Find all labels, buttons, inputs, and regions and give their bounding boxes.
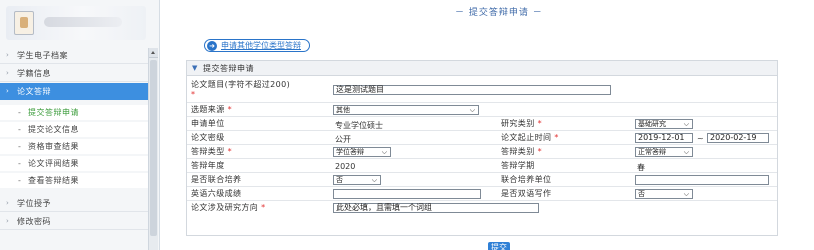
sidebar-item-degree-award[interactable]: › 学位授予 bbox=[0, 195, 148, 212]
sidebar-subitem-submit-thesis[interactable]: - 提交论文信息 bbox=[0, 122, 148, 137]
research-type-label: 研究类别 bbox=[501, 119, 535, 128]
bilingual-label: 是否双语写作 bbox=[501, 189, 552, 198]
sidebar-item-thesis-defense[interactable]: › 论文答辩 bbox=[0, 83, 148, 100]
joint-unit-label: 联合培养单位 bbox=[501, 175, 552, 184]
sidebar-item-label: 论文答辩 bbox=[17, 87, 51, 96]
secrecy-label: 论文密级 bbox=[191, 133, 225, 142]
submit-button[interactable]: 提交 bbox=[488, 242, 510, 250]
chevron-down-icon: ⌵ bbox=[683, 148, 689, 156]
chevron-right-icon: › bbox=[6, 69, 10, 77]
direction-label: 论文涉及研究方向 bbox=[191, 203, 259, 212]
chevron-down-icon: › bbox=[6, 87, 10, 95]
logo-icon bbox=[14, 11, 34, 35]
form-row-thesis-title: 论文题目(字符不超过200) * 这是测试题目 bbox=[187, 77, 777, 103]
joint-training-label: 是否联合培养 bbox=[191, 175, 242, 184]
scroll-up-icon[interactable] bbox=[149, 48, 158, 58]
chevron-down-icon: ⌵ bbox=[381, 148, 387, 156]
defense-category-label: 答辩类别 bbox=[501, 147, 535, 156]
cet6-label: 英语六级成绩 bbox=[191, 189, 242, 198]
sidebar: › 学生电子档案 › 学籍信息 › 论文答辩 - 提交答辩申请 - 提交论文信息… bbox=[0, 0, 160, 250]
joint-unit-input[interactable] bbox=[635, 175, 769, 185]
defense-form-panel: ▼ 提交答辩申请 论文题目(字符不超过200) * 这是测试题目 选题来源 * … bbox=[186, 60, 778, 236]
arrow-circle-icon: ➜ bbox=[207, 41, 217, 51]
bilingual-select[interactable]: 否 ⌵ bbox=[635, 189, 693, 199]
direction-input[interactable]: 此处必填，且需填一个词组 bbox=[333, 203, 539, 213]
defense-type-select[interactable]: 学位答辩 ⌵ bbox=[333, 147, 391, 157]
defense-term-value: 春 bbox=[637, 163, 645, 172]
cet6-input[interactable] bbox=[333, 189, 481, 199]
period-separator: ~ bbox=[697, 134, 704, 143]
sidebar-item-enrollment[interactable]: › 学籍信息 bbox=[0, 65, 148, 82]
chevron-down-icon: ⌵ bbox=[469, 106, 475, 114]
sidebar-item-label: 修改密码 bbox=[17, 217, 51, 226]
sidebar-scrollbar[interactable] bbox=[148, 48, 158, 250]
thesis-title-input[interactable]: 这是测试题目 bbox=[333, 85, 611, 95]
sidebar-subitem-submit-defense[interactable]: - 提交答辩申请 bbox=[0, 105, 148, 120]
form-row-joint-training: 是否联合培养 否 ⌵ 联合培养单位 bbox=[187, 174, 777, 187]
page-title: － 提交答辩申请 － bbox=[455, 8, 543, 18]
chevron-right-icon: › bbox=[6, 51, 10, 59]
period-start-input[interactable]: 2019-12-01 bbox=[635, 133, 693, 143]
sidebar-item-label: 学生电子档案 bbox=[17, 51, 68, 60]
defense-year-label: 答辩年度 bbox=[191, 161, 225, 170]
chevron-down-icon: ⌵ bbox=[371, 176, 377, 184]
chevron-right-icon: › bbox=[6, 199, 10, 207]
form-row-defense-type: 答辩类型 * 学位答辩 ⌵ 答辩类别 * 正常答辩 ⌵ bbox=[187, 146, 777, 159]
chevron-right-icon: › bbox=[6, 217, 10, 225]
form-row-secrecy: 论文密级 公开 论文起止时间 * 2019-12-01 ~ 2020-02-19 bbox=[187, 132, 777, 145]
defense-term-label: 答辩学期 bbox=[501, 161, 535, 170]
sidebar-item-student-archive[interactable]: › 学生电子档案 bbox=[0, 47, 148, 64]
sidebar-subitem-review-result[interactable]: - 论文评阅结果 bbox=[0, 156, 148, 171]
research-type-select[interactable]: 基础研究 ⌵ bbox=[635, 119, 693, 129]
panel-header: ▼ 提交答辩申请 bbox=[187, 61, 777, 76]
form-row-direction: 论文涉及研究方向 * 此处必填，且需填一个词组 bbox=[187, 202, 777, 215]
chevron-down-icon: ⌵ bbox=[683, 120, 689, 128]
apply-unit-value: 专业学位硕士 bbox=[335, 121, 383, 130]
sidebar-item-change-password[interactable]: › 修改密码 bbox=[0, 213, 148, 230]
sidebar-subitem-defense-result[interactable]: - 查看答辩结果 bbox=[0, 173, 148, 188]
period-end-input[interactable]: 2020-02-19 bbox=[707, 133, 769, 143]
form-row-topic-source: 选题来源 * 其他 ⌵ bbox=[187, 104, 777, 117]
period-label: 论文起止时间 bbox=[501, 133, 552, 142]
secrecy-value: 公开 bbox=[335, 135, 351, 144]
defense-year-value: 2020 bbox=[335, 162, 356, 171]
joint-training-select[interactable]: 否 ⌵ bbox=[333, 175, 381, 185]
topic-source-label: 选题来源 bbox=[191, 105, 225, 114]
thesis-title-label: 论文题目(字符不超过200) bbox=[191, 80, 291, 89]
defense-category-select[interactable]: 正常答辩 ⌵ bbox=[635, 147, 693, 157]
apply-other-degree-link[interactable]: ➜ 申请其他学位类型答辩 bbox=[204, 39, 310, 52]
triangle-down-icon: ▼ bbox=[192, 64, 198, 72]
form-row-cet6: 英语六级成绩 是否双语写作 否 ⌵ bbox=[187, 188, 777, 201]
sidebar-item-label: 学籍信息 bbox=[17, 69, 51, 78]
topic-source-select[interactable]: 其他 ⌵ bbox=[333, 105, 479, 115]
apply-unit-label: 申请单位 bbox=[191, 119, 225, 128]
defense-type-label: 答辩类型 bbox=[191, 147, 225, 156]
form-row-apply-unit: 申请单位 专业学位硕士 研究类别 * 基础研究 ⌵ bbox=[187, 118, 777, 131]
scroll-thumb[interactable] bbox=[150, 60, 157, 236]
sidebar-item-label: 学位授予 bbox=[17, 199, 51, 208]
chevron-down-icon: ⌵ bbox=[683, 190, 689, 198]
logo bbox=[6, 6, 146, 40]
logo-text-placeholder bbox=[44, 17, 122, 27]
form-row-defense-year: 答辩年度 2020 答辩学期 春 bbox=[187, 160, 777, 173]
sidebar-subitem-qualification[interactable]: - 资格审查结果 bbox=[0, 139, 148, 154]
